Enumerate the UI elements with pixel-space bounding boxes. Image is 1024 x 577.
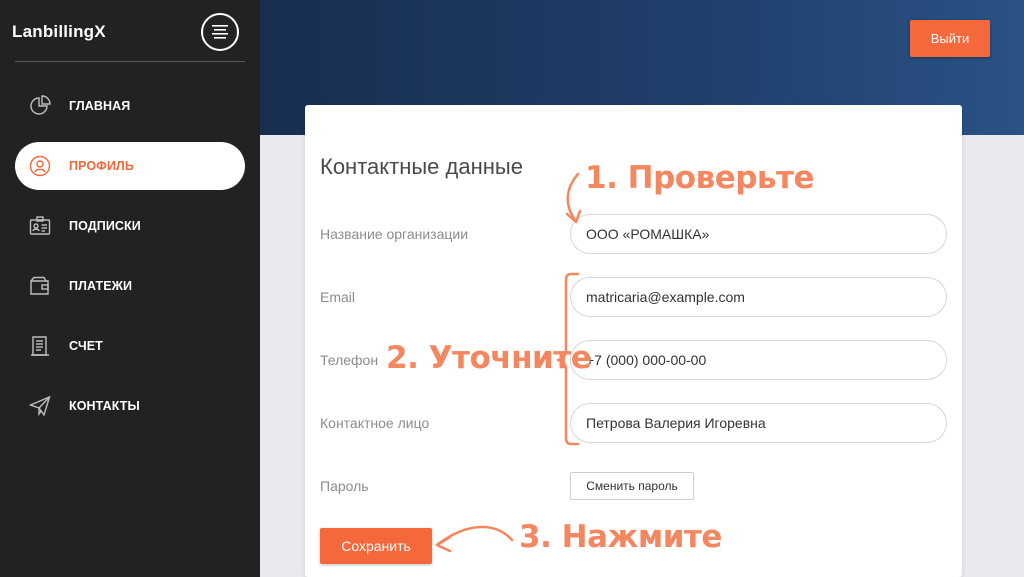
pie-chart-icon: [27, 93, 53, 119]
sidebar-item-label: ПРОФИЛЬ: [69, 159, 134, 173]
sidebar-item-subscriptions[interactable]: ПОДПИСКИ: [15, 202, 245, 250]
sidebar-item-label: СЧЕТ: [69, 339, 103, 353]
annotation-step3: 3. Нажмите: [519, 519, 722, 555]
annotation-step1: 1. Проверьте: [585, 160, 815, 196]
password-label: Пароль: [320, 478, 369, 494]
sidebar-item-payments[interactable]: ПЛАТЕЖИ: [15, 262, 245, 310]
sidebar-item-label: ГЛАВНАЯ: [69, 99, 131, 113]
save-button[interactable]: Сохранить: [320, 528, 432, 564]
sidebar-item-label: КОНТАКТЫ: [69, 399, 140, 413]
annotation-step2: 2. Уточните: [386, 340, 592, 376]
paper-plane-icon: [27, 393, 53, 419]
organization-value: ООО «РОМАШКА»: [586, 226, 710, 242]
contact-person-label: Контактное лицо: [320, 415, 430, 431]
sidebar-item-contacts[interactable]: КОНТАКТЫ: [15, 382, 245, 430]
organization-label: Название организации: [320, 226, 469, 242]
menu-toggle-button[interactable]: [201, 13, 239, 51]
email-value: matricaria@example.com: [586, 289, 745, 305]
user-icon: [27, 153, 53, 179]
sidebar-item-invoice[interactable]: СЧЕТ: [15, 322, 245, 370]
sidebar: LanbillingX ГЛАВНАЯ ПРОФИЛЬ ПОДПИСКИ ПЛА…: [0, 0, 260, 577]
id-card-icon: [27, 213, 53, 239]
receipt-icon: [27, 333, 53, 359]
sidebar-divider: [15, 61, 245, 62]
brand-logo: LanbillingX: [12, 22, 106, 41]
sidebar-item-label: ПОДПИСКИ: [69, 219, 141, 233]
phone-label: Телефон: [320, 352, 379, 368]
sidebar-item-profile[interactable]: ПРОФИЛЬ: [15, 142, 245, 190]
organization-field[interactable]: ООО «РОМАШКА»: [570, 214, 947, 254]
hamburger-icon: [212, 25, 228, 39]
email-field[interactable]: matricaria@example.com: [570, 277, 947, 317]
contact-person-value: Петрова Валерия Игоревна: [586, 415, 766, 431]
logout-button[interactable]: Выйти: [910, 20, 990, 57]
wallet-icon: [27, 273, 53, 299]
sidebar-item-label: ПЛАТЕЖИ: [69, 279, 133, 293]
page-title: Контактные данные: [320, 154, 523, 179]
phone-field[interactable]: +7 (000) 000-00-00: [570, 340, 947, 380]
email-label: Email: [320, 289, 356, 305]
change-password-button[interactable]: Сменить пароль: [570, 472, 694, 500]
sidebar-item-home[interactable]: ГЛАВНАЯ: [15, 82, 245, 130]
contact-person-field[interactable]: Петрова Валерия Игоревна: [570, 403, 947, 443]
phone-value: +7 (000) 000-00-00: [586, 352, 707, 368]
